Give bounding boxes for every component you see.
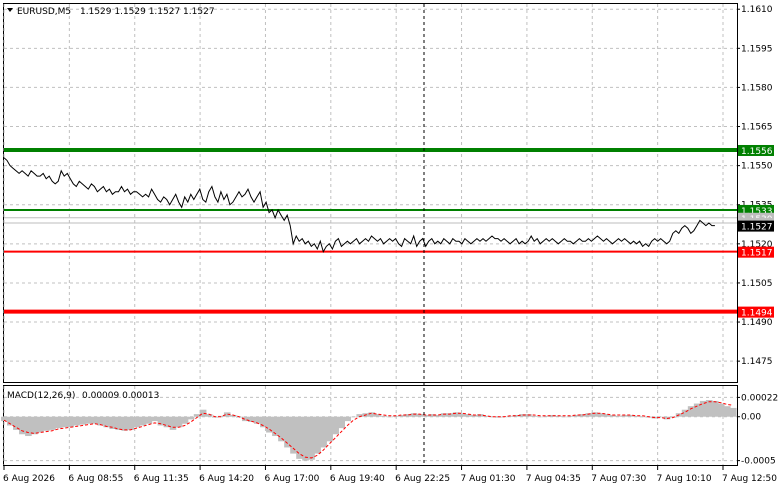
macd-bar bbox=[187, 416, 195, 420]
time-tick-label: 6 Aug 22:25 bbox=[395, 474, 450, 484]
macd-bar bbox=[296, 416, 303, 459]
macd-bar bbox=[133, 416, 141, 428]
macd-bar bbox=[145, 416, 153, 424]
macd-bar bbox=[103, 416, 111, 428]
time-tick-label: 7 Aug 04:35 bbox=[526, 474, 581, 484]
price-tick-label: 1.1475 bbox=[741, 357, 773, 367]
macd-bar bbox=[308, 416, 315, 460]
current-price-badge: 1.1527 bbox=[738, 220, 774, 233]
macd-bar bbox=[79, 416, 86, 425]
macd-bar bbox=[729, 407, 737, 417]
time-tick-label: 6 Aug 11:35 bbox=[134, 474, 189, 484]
macd-bar bbox=[266, 416, 273, 433]
macd-axis: 0.00022 0.00 -0.0005 bbox=[737, 393, 778, 467]
macd-bar bbox=[723, 406, 731, 417]
macd-bar bbox=[248, 416, 255, 422]
level-badge: 1.1556 bbox=[738, 144, 774, 157]
macd-bar bbox=[687, 406, 695, 417]
price-levels bbox=[4, 147, 737, 314]
macd-bar bbox=[61, 416, 68, 428]
time-axis: 6 Aug 2026 6 Aug 08:55 6 Aug 11:35 6 Aug 14… bbox=[3, 466, 777, 484]
macd-bar bbox=[121, 416, 129, 431]
chart-window: 1.16101.15951.15801.15651.15501.15351.15… bbox=[0, 0, 781, 489]
time-tick-label: 6 Aug 08:55 bbox=[68, 474, 123, 484]
time-tick-label: 6 Aug 19:40 bbox=[330, 474, 385, 484]
price-tick-label: 1.1565 bbox=[741, 123, 773, 133]
chart-canvas[interactable]: 1.16101.15951.15801.15651.15501.15351.15… bbox=[0, 0, 781, 489]
time-tick-label: 6 Aug 17:00 bbox=[264, 474, 319, 484]
macd-bar bbox=[55, 416, 62, 429]
macd-bar bbox=[314, 416, 321, 454]
macd-bar bbox=[73, 416, 80, 426]
macd-bar bbox=[705, 400, 713, 417]
price-tick-label: 1.1610 bbox=[741, 5, 773, 15]
macd-bar bbox=[711, 400, 719, 417]
ohlc-values: 1.1529 1.1529 1.1527 1.1527 bbox=[80, 7, 215, 17]
macd-bar bbox=[13, 416, 20, 430]
level-badge: 1.1494 bbox=[738, 306, 774, 319]
symbol-label: EURUSD,M5 bbox=[17, 7, 71, 17]
macd-bar bbox=[169, 416, 177, 430]
macd-bar bbox=[717, 403, 725, 417]
macd-bar bbox=[531, 415, 538, 417]
price-tick-label: 1.1490 bbox=[741, 318, 773, 328]
price-tick-label: 1.1550 bbox=[741, 162, 773, 172]
macd-bar bbox=[43, 416, 50, 431]
level-badge-label: 1.1556 bbox=[741, 147, 773, 157]
macd-tick-label: 0.00 bbox=[741, 413, 761, 423]
macd-bar bbox=[31, 416, 38, 435]
macd-bar bbox=[175, 416, 183, 428]
macd-bar bbox=[151, 416, 159, 422]
macd-bar bbox=[639, 416, 647, 418]
macd-bar bbox=[91, 416, 98, 424]
macd-bar bbox=[350, 416, 358, 418]
time-tick-label: 6 Aug 14:20 bbox=[199, 474, 254, 484]
time-tick-label: 7 Aug 10:10 bbox=[657, 474, 712, 484]
level-badge-label: 1.1517 bbox=[741, 249, 773, 259]
level-badge: 1.1517 bbox=[738, 246, 774, 259]
macd-bar bbox=[127, 416, 135, 430]
macd-bar bbox=[338, 416, 345, 429]
macd-bar bbox=[368, 412, 376, 417]
macd-bar bbox=[380, 415, 388, 417]
price-tick-label: 1.1505 bbox=[741, 279, 773, 289]
macd-histogram bbox=[0, 400, 737, 461]
macd-bar bbox=[561, 416, 568, 418]
macd-bar bbox=[163, 416, 171, 428]
macd-bar bbox=[326, 416, 333, 442]
price-tick-label: 1.1595 bbox=[741, 44, 773, 54]
macd-bar bbox=[615, 415, 623, 417]
macd-bar bbox=[302, 416, 309, 461]
macd-bar bbox=[278, 416, 285, 442]
time-tick-label: 7 Aug 01:30 bbox=[461, 474, 516, 484]
symbol-dropdown-icon[interactable] bbox=[7, 8, 13, 12]
current-price-label: 1.1527 bbox=[741, 223, 773, 233]
macd-bar bbox=[25, 416, 32, 437]
level-badge-label: 1.1494 bbox=[741, 309, 773, 319]
macd-label: MACD(12,26,9) bbox=[7, 391, 75, 401]
price-tick-label: 1.1580 bbox=[741, 83, 773, 93]
time-tick-label: 7 Aug 12:50 bbox=[722, 474, 777, 484]
time-tick-label: 7 Aug 07:30 bbox=[591, 474, 646, 484]
macd-tick-label: -0.0005 bbox=[741, 457, 776, 467]
macd-values: 0.00009 0.00013 bbox=[82, 391, 159, 401]
macd-bar bbox=[332, 416, 339, 435]
macd-tick-label: 0.00022 bbox=[741, 393, 778, 403]
macd-bar bbox=[37, 416, 44, 433]
macd-bar bbox=[19, 416, 26, 435]
macd-signal-line bbox=[3, 401, 734, 459]
time-tick-label: 6 Aug 2026 bbox=[3, 474, 55, 484]
macd-bar bbox=[85, 416, 92, 424]
macd-bar bbox=[537, 416, 544, 418]
macd-bar bbox=[344, 416, 352, 422]
macd-bar bbox=[320, 416, 327, 448]
macd-bar bbox=[386, 416, 394, 418]
macd-bar bbox=[181, 416, 189, 424]
macd-bar bbox=[139, 416, 147, 426]
macd-bar bbox=[67, 416, 74, 428]
macd-bar bbox=[49, 416, 56, 430]
